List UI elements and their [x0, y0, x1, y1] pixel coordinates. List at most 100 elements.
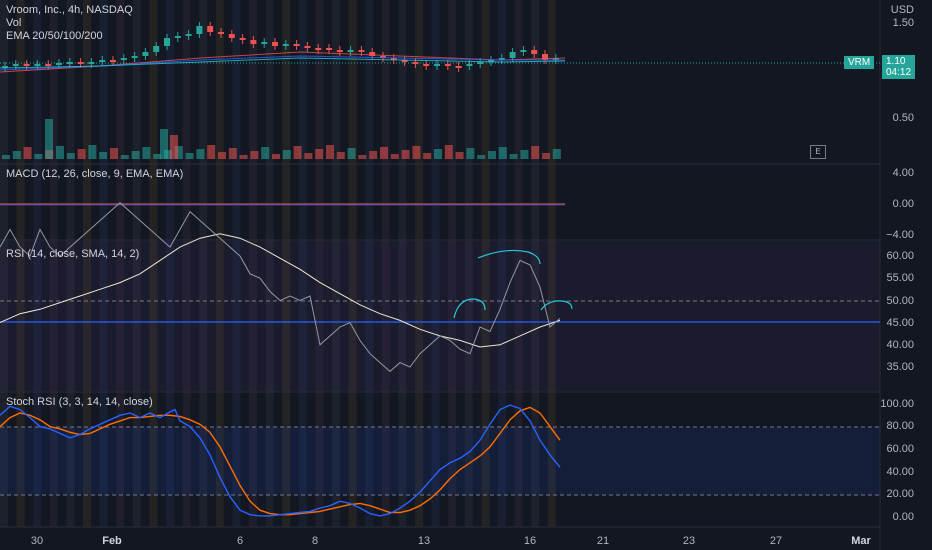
candle [423, 64, 430, 66]
volume-bar [380, 147, 388, 159]
symbol-title[interactable]: Vroom, Inc., 4h, NASDAQ [6, 4, 133, 16]
candle [272, 42, 278, 46]
volume-bar [228, 148, 237, 159]
volume-bar [261, 147, 270, 159]
chart-canvas[interactable] [0, 0, 932, 550]
volume-bar [23, 147, 32, 159]
time-axis-label: 13 [417, 535, 431, 547]
last-price-tag: 1.10 04:12 [882, 55, 916, 79]
bar-countdown: 04:12 [886, 67, 912, 78]
candle [477, 62, 484, 64]
macd-label[interactable]: MACD (12, 26, close, 9, EMA, EMA) [6, 168, 183, 180]
candle [250, 40, 257, 44]
stoch-tick: 100.00 [880, 398, 914, 410]
ticker-tag: VRM [844, 56, 875, 69]
volume-bar [45, 119, 53, 159]
candle [99, 60, 106, 62]
volume-bar [120, 155, 129, 159]
candle [304, 46, 311, 48]
price-tick: 1.50 [892, 17, 914, 29]
candle [412, 62, 419, 64]
volume-bar [196, 149, 205, 159]
macd-tick: −4.00 [886, 229, 914, 241]
volume-bar [488, 151, 496, 159]
last-price-value: 1.10 [886, 56, 906, 67]
candle [347, 50, 354, 52]
time-axis-label: 23 [682, 535, 696, 547]
candle [23, 64, 30, 66]
candle [34, 64, 41, 66]
candle [326, 48, 332, 50]
stoch-band [0, 427, 880, 495]
volume-bar [12, 151, 21, 159]
rsi-tick: 35.00 [886, 361, 914, 373]
volume-bar [509, 154, 518, 159]
candle [120, 58, 127, 60]
volume-bar [77, 149, 86, 159]
macd-tick: 4.00 [892, 167, 914, 179]
volume-bar [315, 149, 324, 159]
candle [520, 50, 527, 52]
volume-bar [218, 152, 226, 159]
volume-bar [412, 146, 421, 159]
candle [142, 52, 149, 56]
macd-pane [0, 203, 565, 206]
time-axis-label: Mar [851, 535, 871, 547]
stoch-tick: 80.00 [886, 420, 914, 432]
volume-bar [531, 146, 540, 159]
candle [196, 26, 203, 34]
time-axis-label: 16 [523, 535, 537, 547]
volume-bar [239, 155, 248, 159]
candle [56, 63, 62, 65]
candle [282, 44, 289, 46]
rsi-label[interactable]: RSI (14, close, SMA, 14, 2) [6, 248, 139, 260]
candle [207, 26, 214, 32]
candle [153, 46, 160, 52]
time-axis-label: 21 [596, 535, 610, 547]
volume-bar [160, 129, 168, 159]
volume-bar [250, 151, 259, 159]
stoch-rsi-label[interactable]: Stoch RSI (3, 3, 14, 14, close) [6, 396, 153, 408]
stoch-tick: 60.00 [886, 443, 914, 455]
volume-label: Vol [6, 17, 22, 29]
volume-bar [110, 148, 118, 159]
volume-bar [336, 152, 345, 159]
volume-bar [142, 147, 151, 159]
candle [88, 62, 95, 64]
candle [455, 66, 462, 68]
time-axis-label: 27 [769, 535, 783, 547]
candle [185, 34, 192, 36]
candle [45, 64, 52, 66]
stoch-tick: 20.00 [886, 488, 914, 500]
volume-bar [304, 153, 313, 159]
volume-bar [444, 145, 453, 159]
volume-bar [552, 149, 561, 159]
volume-bar [326, 145, 334, 159]
time-axis-label: 6 [236, 535, 244, 547]
rsi-tick: 55.00 [886, 272, 914, 284]
volume-bar [99, 152, 108, 159]
time-axis-label: Feb [102, 535, 122, 547]
currency-label: USD [890, 4, 914, 16]
ema-label[interactable]: EMA 20/50/100/200 [6, 30, 103, 42]
volume-bar [2, 155, 10, 159]
volume-bar [477, 155, 486, 159]
volume-bar [185, 153, 194, 159]
rsi-tick: 50.00 [886, 295, 914, 307]
candle [174, 36, 181, 38]
candle [261, 42, 268, 44]
rsi-tick: 60.00 [886, 250, 914, 262]
volume-bar [282, 150, 291, 159]
price-tick: 0.50 [892, 112, 914, 124]
volume-bar [423, 153, 432, 159]
candle [466, 64, 473, 66]
candle [531, 50, 538, 54]
volume-bar [358, 155, 367, 159]
rsi-tick: 40.00 [886, 339, 914, 351]
candle [218, 32, 224, 34]
earnings-marker[interactable]: E [810, 145, 826, 159]
candle [239, 38, 246, 40]
rsi-band [0, 241, 880, 391]
candle [228, 34, 235, 38]
volume-bar [542, 153, 550, 159]
